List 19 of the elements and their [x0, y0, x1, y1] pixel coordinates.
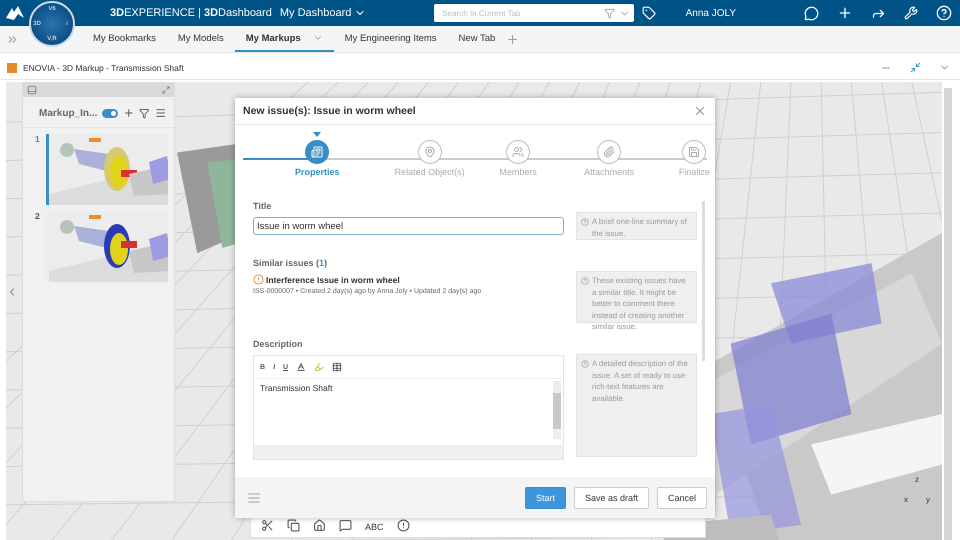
user-name[interactable]: Anna JOLY	[686, 8, 736, 18]
dashboard-tab[interactable]: My Models	[166, 26, 235, 52]
speech-bubble-icon[interactable]	[804, 6, 819, 20]
dashboard-tab[interactable]: New Tab	[448, 26, 506, 52]
logo-icon[interactable]	[4, 4, 26, 22]
plus-icon[interactable]	[837, 5, 853, 21]
widget-title: ENOVIA - 3D Markup - Transmission Shaft	[23, 63, 184, 73]
tools-icon[interactable]	[904, 6, 918, 20]
dashboard-tab[interactable]: My Bookmarks	[82, 26, 167, 52]
dashboard-tab[interactable]: My Markups	[234, 26, 334, 52]
help-icon[interactable]	[936, 5, 952, 21]
tag-icon[interactable]	[642, 6, 656, 20]
search-field[interactable]: Search In Current Tab	[434, 4, 634, 22]
app-icon	[7, 63, 17, 73]
brand-title: 3DEXPERIENCE | 3DDashboard	[110, 7, 272, 19]
dashboard-menu[interactable]: My Dashboard	[280, 7, 366, 19]
add-tab-icon[interactable]	[506, 32, 520, 46]
dashboard-tab[interactable]: My Engineering Items	[334, 26, 448, 52]
collapse-icon[interactable]	[910, 62, 921, 73]
